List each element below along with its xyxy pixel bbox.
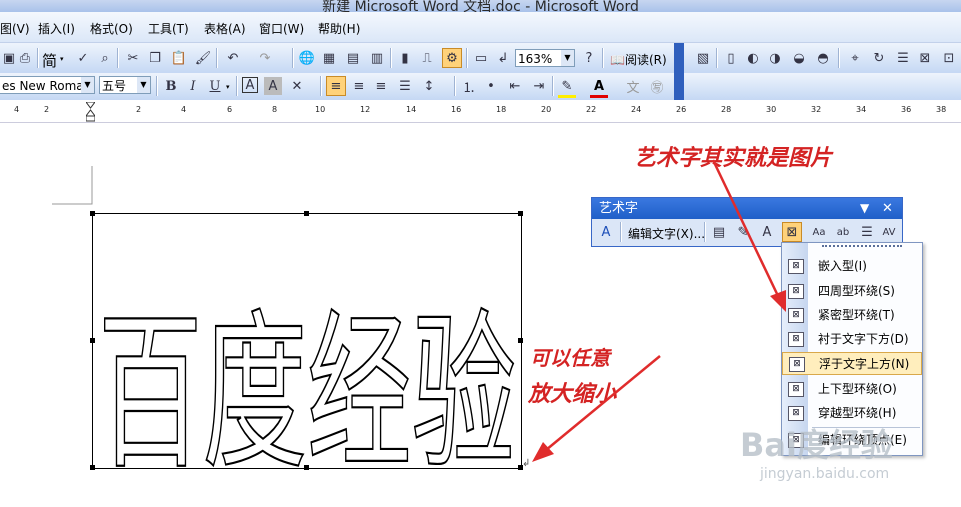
arrow-to-resize-handle <box>545 355 661 451</box>
watermark-logo: Bai度经验 <box>740 426 893 464</box>
watermark-url: jingyan.baidu.com <box>760 466 890 482</box>
arrow-head-icon <box>770 290 786 312</box>
arrow-to-wrap-menu <box>711 159 781 299</box>
